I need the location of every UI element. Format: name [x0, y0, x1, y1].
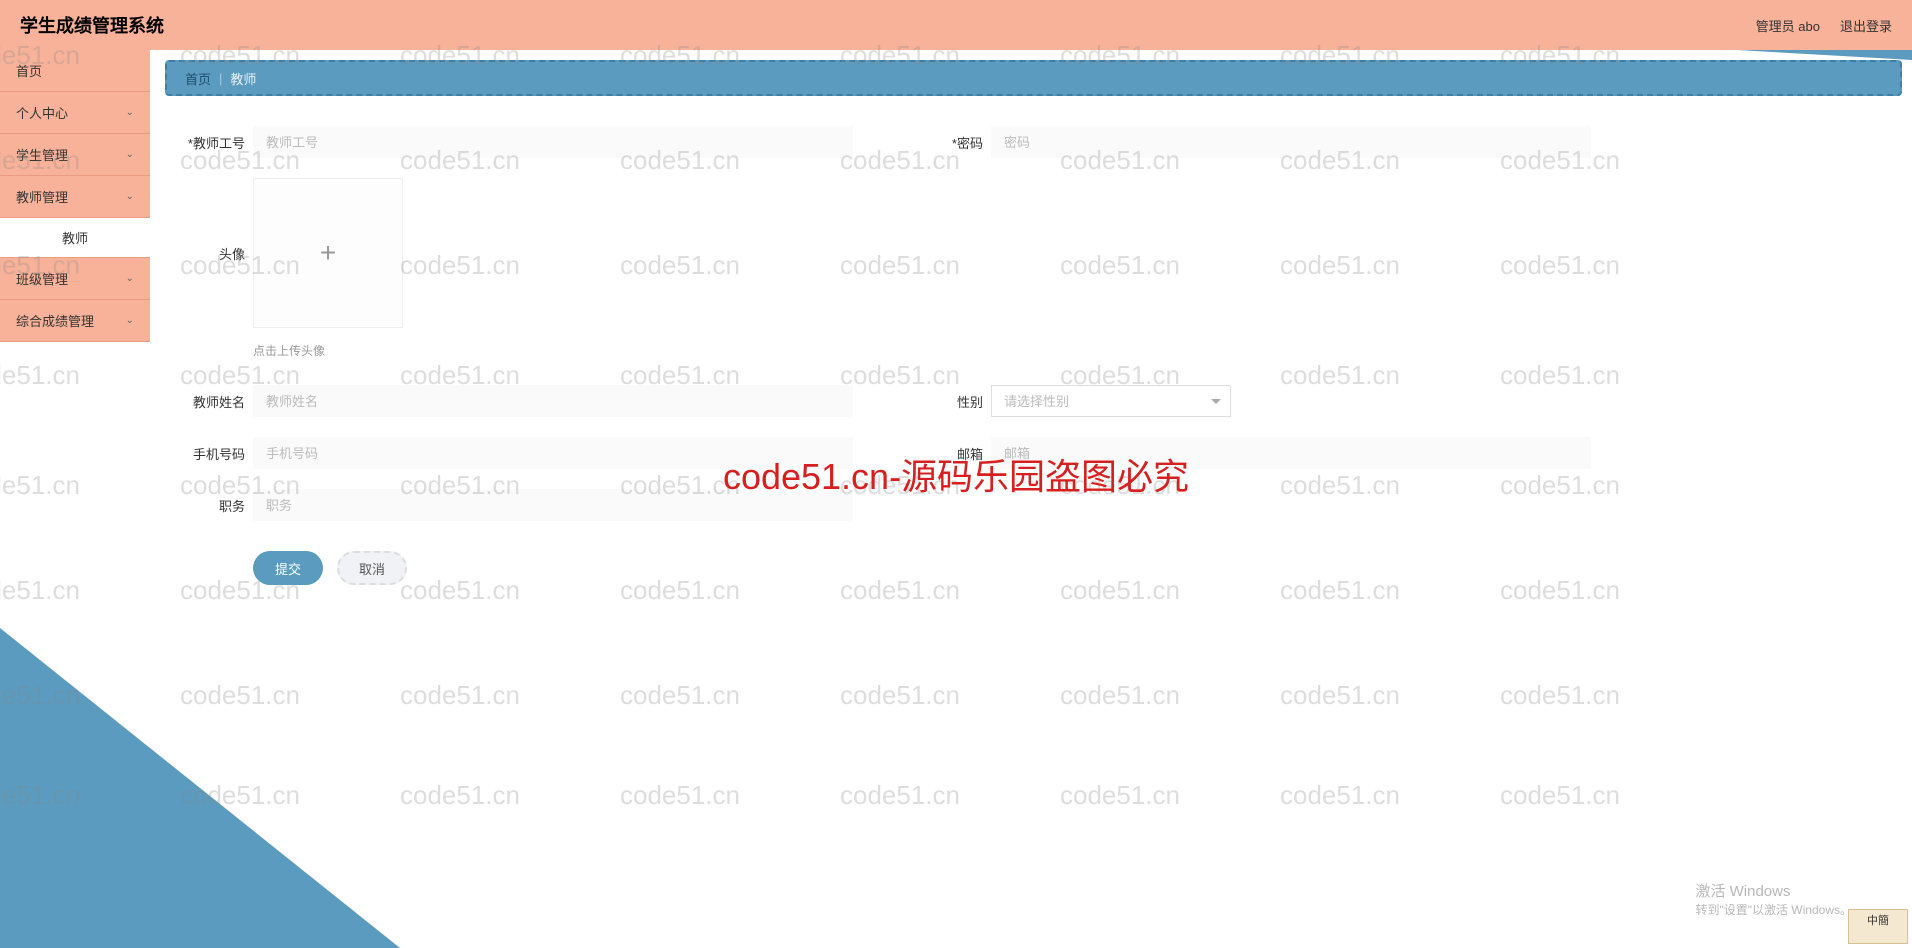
form-area: *教师工号 *密码 头像 + 点击上传头像 教师姓名 — [165, 96, 1902, 615]
chevron-down-icon: ⌄ — [126, 273, 134, 284]
breadcrumb-separator: | — [219, 71, 222, 86]
gender-label: 性别 — [913, 392, 983, 411]
logout-button[interactable]: 退出登录 — [1840, 16, 1892, 35]
breadcrumb-home[interactable]: 首页 — [185, 69, 211, 88]
watermark-text: code51.cn — [840, 780, 960, 811]
watermark-text: code51.cn — [0, 470, 80, 501]
email-label: 邮箱 — [913, 444, 983, 463]
position-label: 职务 — [175, 496, 245, 515]
windows-activation-notice: 激活 Windows 转到"设置"以激活 Windows。 — [1695, 880, 1852, 918]
sidebar-item-label: 教师管理 — [16, 187, 68, 206]
sidebar-item-teachers[interactable]: 教师管理 ⌄ — [0, 176, 150, 218]
watermark-text: code51.cn — [400, 680, 520, 711]
avatar-hint: 点击上传头像 — [253, 342, 325, 359]
breadcrumb-current: 教师 — [230, 69, 256, 88]
plus-icon: + — [320, 237, 336, 269]
sidebar-item-label: 班级管理 — [16, 269, 68, 288]
watermark-text: code51.cn — [0, 575, 80, 606]
chevron-down-icon: ⌄ — [126, 149, 134, 160]
sidebar: 首页 个人中心 ⌄ 学生管理 ⌄ 教师管理 ⌄ 教师 班级管理 ⌄ 综合成绩管理… — [0, 50, 150, 342]
sidebar-subitem-teacher[interactable]: 教师 — [0, 218, 150, 258]
footer-triangle-decor — [0, 628, 400, 948]
sidebar-item-label: 教师 — [62, 228, 88, 247]
watermark-text: code51.cn — [620, 780, 740, 811]
header-right: 管理员 abo 退出登录 — [1756, 16, 1892, 35]
phone-input[interactable] — [253, 437, 853, 469]
watermark-text: code51.cn — [1280, 680, 1400, 711]
watermark-text: code51.cn — [400, 780, 520, 811]
teacher-name-label: 教师姓名 — [175, 392, 245, 411]
teacher-name-input[interactable] — [253, 385, 853, 417]
password-label: *密码 — [913, 133, 983, 152]
sidebar-item-label: 综合成绩管理 — [16, 311, 94, 330]
header: 学生成绩管理系统 管理员 abo 退出登录 — [0, 0, 1912, 50]
position-input[interactable] — [253, 489, 853, 521]
chevron-down-icon: ⌄ — [126, 191, 134, 202]
sidebar-item-students[interactable]: 学生管理 ⌄ — [0, 134, 150, 176]
sidebar-item-profile[interactable]: 个人中心 ⌄ — [0, 92, 150, 134]
watermark-text: code51.cn — [1500, 780, 1620, 811]
submit-button[interactable]: 提交 — [253, 551, 323, 585]
watermark-text: code51.cn — [1280, 780, 1400, 811]
main-content: 首页 | 教师 *教师工号 *密码 头像 + — [165, 60, 1902, 615]
watermark-text: code51.cn — [1500, 680, 1620, 711]
watermark-text: code51.cn — [620, 680, 740, 711]
app-title: 学生成绩管理系统 — [20, 12, 164, 38]
watermark-text: code51.cn — [1060, 680, 1180, 711]
breadcrumb: 首页 | 教师 — [165, 60, 1902, 96]
sidebar-item-label: 学生管理 — [16, 145, 68, 164]
ime-badge: 中簡 — [1848, 909, 1908, 944]
watermark-text: code51.cn — [840, 680, 960, 711]
chevron-down-icon: ⌄ — [126, 315, 134, 326]
sidebar-item-label: 首页 — [16, 61, 42, 80]
watermark-text: code51.cn — [0, 360, 80, 391]
avatar-label: 头像 — [175, 244, 245, 263]
email-input[interactable] — [991, 437, 1591, 469]
avatar-upload[interactable]: + — [253, 178, 403, 328]
user-label[interactable]: 管理员 abo — [1756, 16, 1820, 35]
watermark-text: code51.cn — [1060, 780, 1180, 811]
sidebar-item-classes[interactable]: 班级管理 ⌄ — [0, 258, 150, 300]
password-input[interactable] — [991, 126, 1591, 158]
sidebar-item-home[interactable]: 首页 — [0, 50, 150, 92]
teacher-no-input[interactable] — [253, 126, 853, 158]
cancel-button[interactable]: 取消 — [337, 551, 407, 585]
phone-label: 手机号码 — [175, 444, 245, 463]
teacher-no-label: *教师工号 — [175, 133, 245, 152]
sidebar-item-grades[interactable]: 综合成绩管理 ⌄ — [0, 300, 150, 342]
sidebar-item-label: 个人中心 — [16, 103, 68, 122]
chevron-down-icon: ⌄ — [126, 107, 134, 118]
gender-select[interactable]: 请选择性别 — [991, 385, 1231, 417]
